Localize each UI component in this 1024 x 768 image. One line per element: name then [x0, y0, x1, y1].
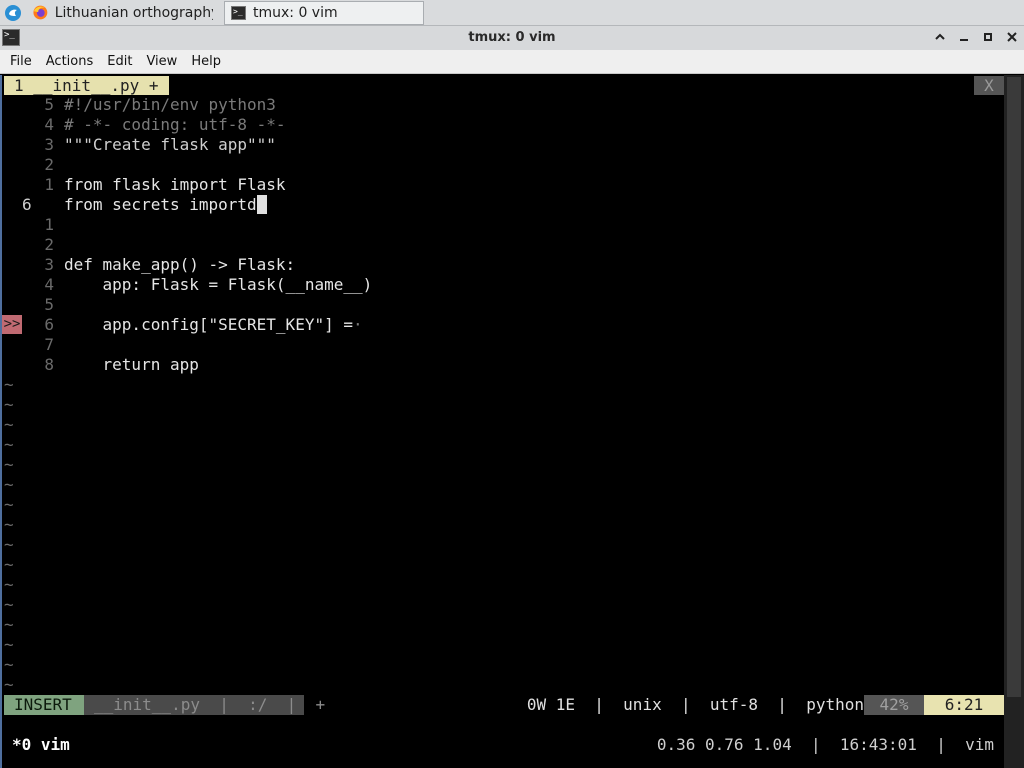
code-text: from flask import Flask — [64, 175, 286, 194]
tmux-statusbar: *0 vim 0.36 0.76 1.04 | 16:43:01 | vim — [2, 735, 1004, 755]
terminal-scrollbar[interactable] — [1004, 75, 1024, 768]
chevron-up-icon — [935, 33, 945, 40]
line-number: 8 — [44, 355, 54, 374]
line-number: 6 — [44, 315, 54, 334]
vim-file-format: 0W 1E | unix | utf-8 | python — [526, 695, 864, 714]
taskbar-item-firefox[interactable]: Lithuanian orthography ... — [26, 1, 222, 25]
empty-line-tilde: ~ — [4, 635, 14, 654]
taskbar-item-label: Lithuanian orthography ... — [54, 4, 213, 21]
vim-line[interactable]: 6 from secrets importd — [2, 195, 1004, 215]
code-text: app.config["SECRET_KEY"] =· — [64, 315, 363, 334]
menu-file[interactable]: File — [3, 54, 39, 69]
firefox-icon — [33, 5, 48, 20]
menu-actions[interactable]: Actions — [39, 54, 101, 69]
text-cursor — [256, 195, 267, 214]
code-text: return app — [64, 355, 199, 374]
close-button[interactable] — [1004, 29, 1020, 45]
terminal-icon: >_ — [231, 5, 246, 20]
vim-tab-close-button[interactable]: X — [974, 76, 1004, 95]
empty-line-tilde: ~ — [4, 375, 14, 394]
scrollbar-thumb[interactable] — [1007, 77, 1021, 697]
empty-line-tilde: ~ — [4, 655, 14, 674]
menu-edit[interactable]: Edit — [100, 54, 139, 69]
line-number: 5 — [44, 95, 54, 114]
start-menu-button[interactable] — [0, 0, 26, 26]
vim-line[interactable]: 2 — [2, 155, 1004, 175]
empty-line-tilde: ~ — [4, 515, 14, 534]
vim-line[interactable]: 8 return app — [2, 355, 1004, 375]
menu-view[interactable]: View — [139, 54, 184, 69]
tmux-window-label[interactable]: *0 vim — [12, 735, 70, 755]
line-number: 2 — [44, 235, 54, 254]
line-number: 1 — [44, 215, 54, 234]
trailing-whitespace-marker: · — [352, 315, 363, 334]
minimize-icon — [960, 39, 968, 41]
window-title: tmux: 0 vim — [468, 30, 556, 45]
window-titlebar[interactable]: >_ tmux: 0 vim — [0, 26, 1024, 50]
empty-line-tilde: ~ — [4, 455, 14, 474]
menu-help[interactable]: Help — [184, 54, 228, 69]
code-text: from secrets importd — [64, 195, 267, 215]
vim-line[interactable]: 2 — [2, 235, 1004, 255]
vim-line[interactable]: 5 #!/usr/bin/env python3 — [2, 95, 1004, 115]
code-text: #!/usr/bin/env python3 — [64, 95, 276, 114]
vim-tab-init[interactable]: 1 __init__.py + — [4, 76, 169, 95]
vim-file-info: __init__.py | :/ | + — [84, 695, 325, 715]
code-text: app: Flask = Flask(__name__) — [64, 275, 373, 294]
terminal-area[interactable]: 1 __init__.py + X 5 #!/usr/bin/env python… — [0, 75, 1024, 768]
code-text: # -*- coding: utf-8 -*- — [64, 115, 286, 134]
vim-line[interactable]: 4 # -*- coding: utf-8 -*- — [2, 115, 1004, 135]
window-controls — [932, 29, 1020, 45]
empty-line-tilde: ~ — [4, 595, 14, 614]
empty-line-tilde: ~ — [4, 615, 14, 634]
vim-line[interactable]: 1 from flask import Flask — [2, 175, 1004, 195]
line-number: 3 — [44, 135, 54, 154]
taskbar-item-terminal[interactable]: >_ tmux: 0 vim — [224, 0, 424, 25]
restore-button[interactable] — [956, 29, 972, 45]
vim-percent: 42% — [864, 695, 924, 715]
vim-line[interactable]: 1 — [2, 215, 1004, 235]
line-number: 5 — [44, 295, 54, 314]
taskbar-item-label: tmux: 0 vim — [253, 4, 338, 21]
empty-line-tilde: ~ — [4, 495, 14, 514]
vim-statusline: INSERT __init__.py | :/ | + 0W 1E | unix… — [2, 695, 1004, 715]
taskbar: Lithuanian orthography ... >_ tmux: 0 vi… — [0, 0, 1024, 26]
vim-line[interactable]: 4 app: Flask = Flask(__name__) — [2, 275, 1004, 295]
menu-bar: File Actions Edit View Help — [0, 50, 1024, 74]
vim-line[interactable]: >> 6 app.config["SECRET_KEY"] =· — [2, 315, 1004, 335]
vim-line[interactable]: 5 — [2, 295, 1004, 315]
empty-line-tilde: ~ — [4, 575, 14, 594]
line-number: 7 — [44, 335, 54, 354]
tmux-status-right: 0.36 0.76 1.04 | 16:43:01 | vim — [656, 735, 994, 754]
maximize-button[interactable] — [980, 29, 996, 45]
empty-line-tilde: ~ — [4, 435, 14, 454]
vim-line[interactable]: 7 — [2, 335, 1004, 355]
vim-mode-indicator: INSERT — [4, 695, 84, 715]
vim-line[interactable]: 3 def make_app() -> Flask: — [2, 255, 1004, 275]
minimize-button[interactable] — [932, 29, 948, 45]
close-icon — [1007, 32, 1017, 42]
empty-line-tilde: ~ — [4, 675, 14, 694]
code-text: def make_app() -> Flask: — [64, 255, 296, 274]
code-text: """Create flask app""" — [64, 135, 276, 154]
empty-line-tilde: ~ — [4, 395, 14, 414]
line-number: 4 — [44, 115, 54, 134]
empty-line-tilde: ~ — [4, 555, 14, 574]
line-number: 6 — [22, 195, 32, 214]
vim-line[interactable]: 3 """Create flask app""" — [2, 135, 1004, 155]
line-number: 4 — [44, 275, 54, 294]
empty-line-tilde: ~ — [4, 535, 14, 554]
vim-tabline: 1 __init__.py + X — [2, 75, 1004, 95]
vim-cursor-position: 6:21 — [924, 695, 1004, 715]
maximize-icon — [984, 33, 992, 41]
empty-line-tilde: ~ — [4, 415, 14, 434]
empty-line-tilde: ~ — [4, 475, 14, 494]
line-number: 3 — [44, 255, 54, 274]
app-menu-icon — [5, 4, 21, 21]
line-number: 1 — [44, 175, 54, 194]
line-number: 2 — [44, 155, 54, 174]
